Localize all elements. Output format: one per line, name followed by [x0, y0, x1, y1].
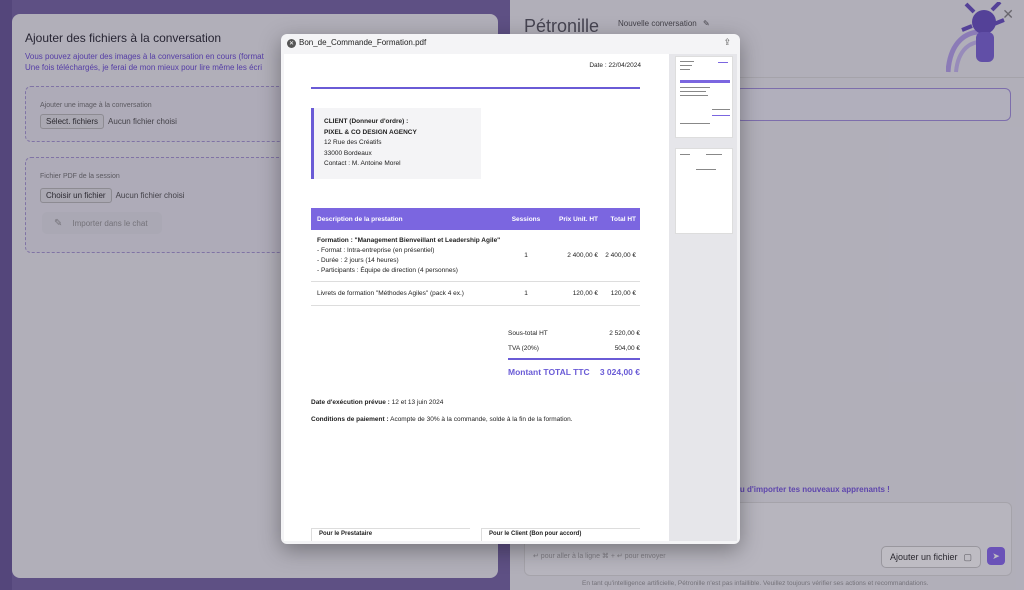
client-signature-label: Pour le Client (Bon pour accord) — [489, 531, 582, 537]
client-heading: CLIENT (Donneur d'ordre) : — [324, 118, 409, 125]
share-icon[interactable]: ⇪ — [723, 37, 731, 48]
page-thumbnail-1[interactable] — [675, 56, 733, 138]
close-icon[interactable]: ✕ — [287, 39, 296, 48]
execution-date-value: 12 et 13 juin 2024 — [391, 399, 444, 406]
client-company: PIXEL & CO DESIGN AGENCY — [324, 128, 417, 136]
pdf-filename: Bon_de_Commande_Formation.pdf — [299, 38, 427, 47]
thumb-line — [680, 95, 708, 96]
pdf-page: Date : 22/04/2024 CLIENT (Donneur d'ordr… — [284, 54, 669, 541]
client-address-1: 12 Rue des Créatifs — [324, 139, 382, 146]
header-rule — [311, 87, 640, 89]
thumb-line — [680, 87, 710, 88]
payment-conditions-value: Acompte de 30% à la commande, solde à la… — [390, 416, 573, 423]
col-unit-price: Prix Unit. HT — [558, 215, 598, 223]
client-block: CLIENT (Donneur d'ordre) : PIXEL & CO DE… — [311, 108, 481, 179]
col-description: Description de la prestation — [317, 215, 403, 223]
pdf-viewer[interactable]: Date : 22/04/2024 CLIENT (Donneur d'ordr… — [284, 54, 737, 541]
client-signature-box: Pour le Client (Bon pour accord) — [481, 528, 640, 541]
document-date: Date : 22/04/2024 — [589, 62, 641, 69]
row-description: Formation : "Management Bienveillant et … — [311, 236, 507, 276]
row-title: Formation : "Management Bienveillant et … — [317, 236, 501, 244]
execution-date: Date d'exécution prévue : 12 et 13 juin … — [311, 399, 443, 406]
thumb-line — [696, 169, 716, 170]
row-unit-price: 2 400,00 € — [567, 252, 598, 259]
client-address-2: 33000 Bordeaux — [324, 149, 372, 157]
client-contact: Contact : M. Antoine Morel — [324, 160, 401, 167]
vat-label: TVA (20%) — [508, 345, 539, 352]
table-header: Description de la prestation Sessions Pr… — [311, 208, 640, 230]
row-detail: - Format : Intra-entreprise (en présenti… — [317, 246, 435, 254]
thumb-line — [680, 61, 694, 62]
subtotal-label: Sous-total HT — [508, 330, 548, 337]
grand-total-label: Montant TOTAL TTC — [508, 367, 590, 377]
subtotal-value: 2 520,00 € — [609, 330, 640, 337]
pdf-preview-modal: ✕ Bon_de_Commande_Formation.pdf ⇪ Date :… — [281, 34, 740, 544]
thumb-line — [680, 69, 690, 70]
modal-header: ✕ Bon_de_Commande_Formation.pdf ⇪ — [281, 34, 740, 54]
row-total: 120,00 € — [610, 290, 636, 297]
row-sessions: 1 — [524, 290, 528, 297]
page-thumbnail-2[interactable] — [675, 148, 733, 234]
payment-conditions-label: Conditions de paiement : — [311, 416, 389, 423]
thumb-line — [706, 154, 722, 155]
payment-conditions: Conditions de paiement : Acompte de 30% … — [311, 416, 573, 423]
provider-signature-box: Pour le Prestataire — [311, 528, 470, 541]
thumb-line — [680, 123, 710, 124]
thumb-bar — [680, 80, 730, 83]
thumb-line — [712, 115, 730, 116]
row-detail: - Durée : 2 jours (14 heures) — [317, 256, 399, 264]
thumb-line — [718, 62, 728, 63]
row-sessions: 1 — [524, 252, 528, 259]
thumb-line — [680, 65, 692, 66]
row-unit-price: 120,00 € — [572, 290, 598, 297]
provider-signature-label: Pour le Prestataire — [319, 531, 373, 537]
grand-total: Montant TOTAL TTC 3 024,00 € — [508, 367, 640, 377]
totals-block: Sous-total HT 2 520,00 € TVA (20%) 504,0… — [508, 326, 640, 362]
thumb-line — [680, 91, 706, 92]
vat-row: TVA (20%) 504,00 € — [508, 341, 640, 356]
totals-rule — [508, 358, 640, 360]
subtotal-row: Sous-total HT 2 520,00 € — [508, 326, 640, 341]
grand-total-value: 3 024,00 € — [599, 367, 640, 377]
row-total: 2 400,00 € — [605, 252, 636, 259]
table-row: Livrets de formation "Méthodes Agiles" (… — [311, 282, 640, 306]
table-row: Formation : "Management Bienveillant et … — [311, 230, 640, 282]
thumb-line — [680, 154, 690, 155]
vat-value: 504,00 € — [614, 345, 640, 352]
order-table: Description de la prestation Sessions Pr… — [311, 208, 640, 306]
execution-date-label: Date d'exécution prévue : — [311, 399, 390, 406]
col-sessions: Sessions — [511, 215, 541, 223]
row-description: Livrets de formation "Méthodes Agiles" (… — [317, 290, 464, 297]
col-total: Total HT — [610, 215, 636, 223]
thumb-line — [712, 109, 730, 110]
row-detail: - Participants : Équipe de direction (4 … — [317, 266, 458, 274]
